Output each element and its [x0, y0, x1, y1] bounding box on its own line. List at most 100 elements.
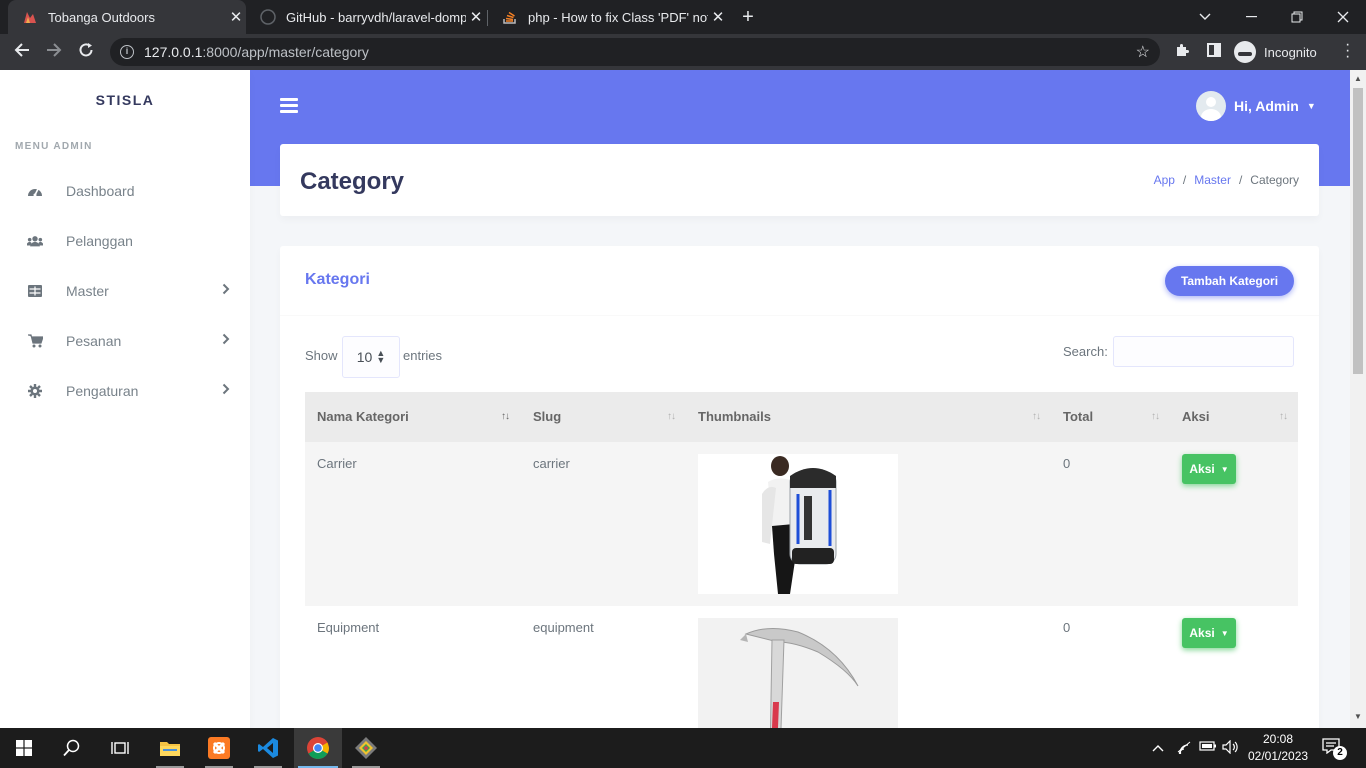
sidebar: STISLA MENU ADMIN Dashboard Pelanggan Ma…: [0, 70, 250, 728]
sidebar-item-dashboard[interactable]: Dashboard: [0, 166, 250, 216]
xampp-icon[interactable]: [195, 728, 243, 768]
git-app-icon[interactable]: [342, 728, 390, 768]
add-category-button[interactable]: Tambah Kategori: [1165, 266, 1294, 296]
side-panel-icon[interactable]: [1204, 42, 1224, 62]
bookmark-star-icon[interactable]: ☆: [1136, 42, 1150, 62]
user-dropdown[interactable]: Hi, Admin ▼: [1196, 91, 1316, 121]
sidebar-item-label: Pesanan: [66, 333, 122, 349]
web-page: STISLA MENU ADMIN Dashboard Pelanggan Ma…: [0, 70, 1366, 728]
volume-icon[interactable]: [1222, 739, 1240, 757]
sidebar-item-label: Pengaturan: [66, 383, 139, 399]
cell-slug: carrier: [533, 456, 570, 471]
table-row: Carrier carrier 0 Aksi ▼: [305, 442, 1298, 606]
minimize-window-icon[interactable]: [1228, 0, 1274, 34]
aksi-label: Aksi: [1189, 626, 1215, 640]
url-host: 127.0.0.1: [144, 44, 203, 60]
column-header-thumbnails[interactable]: Thumbnails: [698, 409, 771, 424]
caret-down-icon: ▼: [1220, 628, 1229, 638]
chevron-right-icon: [222, 383, 230, 398]
sidebar-item-pelanggan[interactable]: Pelanggan: [0, 216, 250, 266]
vscode-icon[interactable]: [244, 728, 292, 768]
reload-icon[interactable]: [74, 40, 98, 64]
aksi-dropdown-button[interactable]: Aksi ▼: [1182, 618, 1236, 648]
category-card: Kategori Tambah Kategori Show 10 ▲ ▼ entr…: [280, 246, 1319, 728]
breadcrumb-app[interactable]: App: [1154, 173, 1175, 187]
breadcrumb-current: Category: [1250, 173, 1299, 187]
column-header-slug[interactable]: Slug: [533, 409, 561, 424]
browser-menu-icon[interactable]: · · ·: [1345, 37, 1355, 65]
task-view-icon[interactable]: [96, 728, 144, 768]
search-label: Search:: [1063, 344, 1108, 359]
network-icon[interactable]: [1176, 740, 1192, 757]
file-explorer-icon[interactable]: [146, 728, 194, 768]
extensions-puzzle-icon[interactable]: [1172, 42, 1192, 62]
sort-icon[interactable]: ↑↓: [667, 411, 676, 422]
incognito-profile-button[interactable]: Incognito: [1234, 38, 1317, 66]
sidebar-item-master[interactable]: Master: [0, 266, 250, 316]
github-favicon-icon: [260, 9, 276, 25]
column-header-nama-kategori[interactable]: Nama Kategori: [317, 409, 409, 424]
action-center-icon[interactable]: 2: [1322, 738, 1347, 760]
aksi-label: Aksi: [1189, 462, 1215, 476]
battery-icon[interactable]: [1199, 740, 1217, 755]
users-icon: [27, 233, 43, 249]
chevron-right-icon: [222, 283, 230, 298]
tab-search-chevron-icon[interactable]: [1182, 0, 1228, 34]
cell-slug: equipment: [533, 620, 594, 635]
incognito-label: Incognito: [1264, 44, 1317, 60]
search-input[interactable]: [1113, 336, 1294, 367]
scroll-down-icon[interactable]: ▼: [1354, 712, 1362, 721]
browser-tab-github[interactable]: GitHub - barryvdh/laravel-dompd ✕: [246, 0, 486, 34]
breadcrumb-master[interactable]: Master: [1194, 173, 1231, 187]
card-title: Kategori: [305, 271, 370, 288]
tab-title: GitHub - barryvdh/laravel-dompd: [286, 9, 466, 25]
site-info-icon[interactable]: i: [120, 45, 134, 59]
sidebar-item-pesanan[interactable]: Pesanan: [0, 316, 250, 366]
aksi-dropdown-button[interactable]: Aksi ▼: [1182, 454, 1236, 484]
cell-category-name: Equipment: [317, 620, 380, 635]
sort-icon[interactable]: ↑↓: [1279, 411, 1288, 422]
caret-down-icon: ▼: [1306, 101, 1316, 111]
cell-total: 0: [1063, 456, 1071, 471]
new-tab-icon[interactable]: +: [737, 5, 759, 29]
entries-value: 10: [356, 349, 373, 365]
sidebar-brand[interactable]: STISLA: [0, 92, 250, 108]
entries-select[interactable]: 10 ▲ ▼: [342, 336, 400, 378]
cell-total: 0: [1063, 620, 1071, 635]
stackoverflow-favicon-icon: [502, 9, 518, 25]
sort-icon[interactable]: ↑↓: [1151, 411, 1160, 422]
tab-close-icon[interactable]: ✕: [708, 8, 728, 26]
column-header-total[interactable]: Total: [1063, 409, 1093, 424]
tab-title: Tobanga Outdoors: [48, 9, 155, 25]
forward-arrow-icon[interactable]: [42, 40, 66, 64]
chrome-icon[interactable]: [294, 728, 342, 768]
page-scrollbar[interactable]: ▲ ▼: [1350, 70, 1366, 728]
menu-toggle-icon[interactable]: [280, 98, 298, 114]
tab-close-icon[interactable]: ✕: [226, 8, 246, 26]
scroll-up-icon[interactable]: ▲: [1354, 74, 1362, 83]
tab-close-icon[interactable]: ✕: [466, 8, 486, 26]
chevron-right-icon: [222, 333, 230, 348]
avatar: [1196, 91, 1226, 121]
table-icon: [27, 283, 43, 299]
windows-start-icon[interactable]: [0, 728, 48, 768]
close-window-icon[interactable]: [1320, 0, 1366, 34]
sidebar-item-pengaturan[interactable]: Pengaturan: [0, 366, 250, 416]
cell-category-name: Carrier: [317, 456, 357, 471]
search-icon[interactable]: [48, 728, 96, 768]
sort-asc-icon[interactable]: ↑↓: [501, 411, 510, 422]
page-title: Category: [300, 168, 405, 195]
section-header: Category App / Master / Category: [280, 144, 1319, 216]
taskbar-clock[interactable]: 20:08 02/01/2023: [1248, 731, 1308, 765]
restore-window-icon[interactable]: [1274, 0, 1320, 34]
browser-tab-stackoverflow[interactable]: php - How to fix Class 'PDF' not f ✕: [488, 0, 728, 34]
browser-tab-tobanga[interactable]: Tobanga Outdoors ✕: [8, 0, 246, 34]
back-arrow-icon[interactable]: [10, 40, 34, 64]
show-hidden-icons-chevron-icon[interactable]: [1152, 740, 1164, 755]
address-bar[interactable]: i 127.0.0.1 :8000/app/master/category ☆: [110, 38, 1160, 66]
table-row: Equipment equipment 0 Aksi ▼: [305, 606, 1298, 728]
breadcrumb-separator: /: [1238, 173, 1243, 187]
column-header-aksi[interactable]: Aksi: [1182, 409, 1209, 424]
sort-icon[interactable]: ↑↓: [1032, 411, 1041, 422]
scrollbar-thumb[interactable]: [1353, 88, 1363, 374]
